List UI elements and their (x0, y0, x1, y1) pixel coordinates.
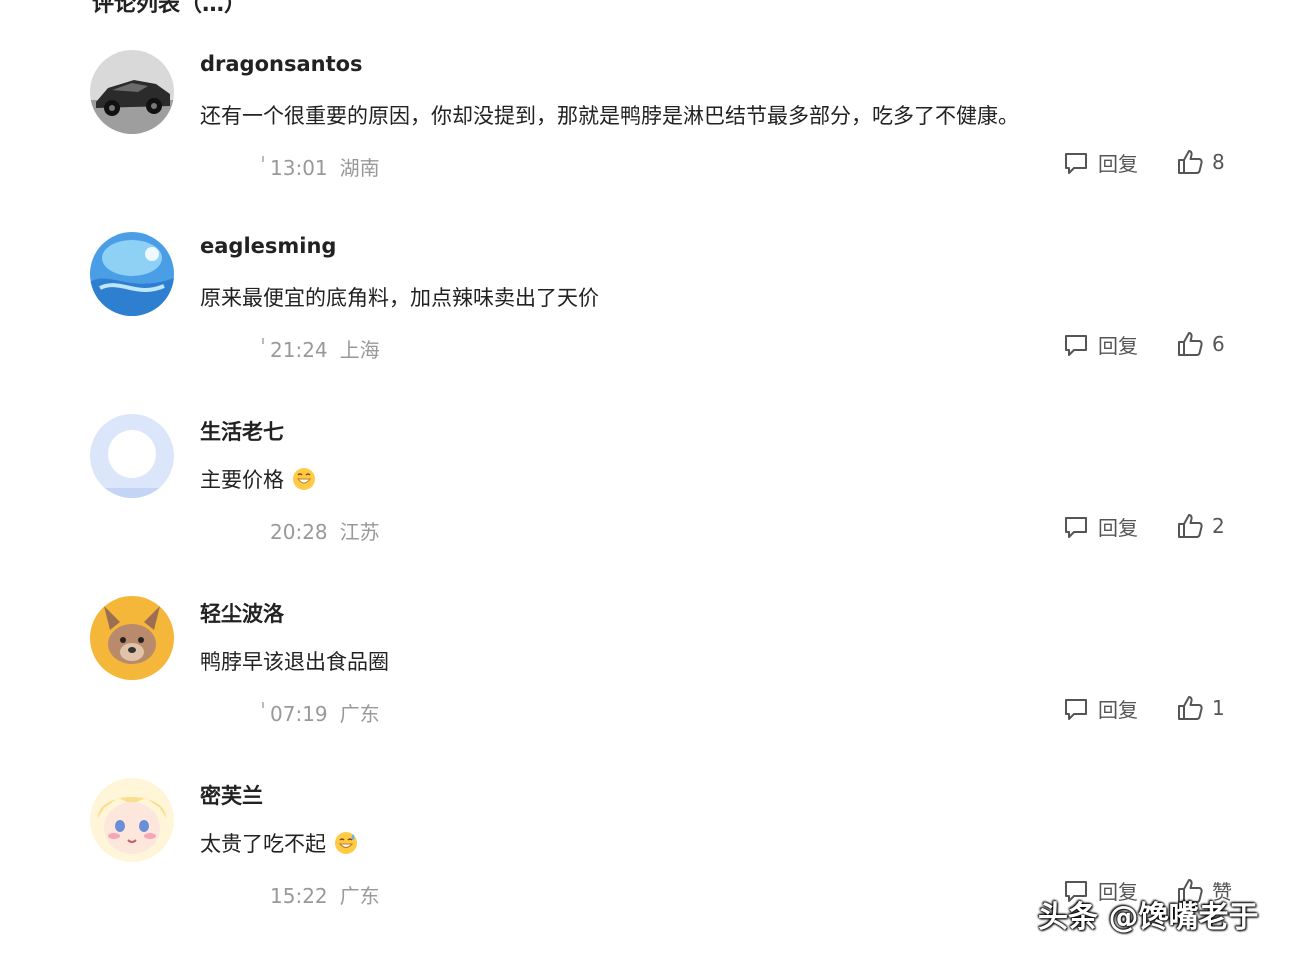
comment-body: 还有一个很重要的原因，你却没提到，那就是鸭脖是淋巴结节最多部分，吃多了不健康。 (200, 104, 1019, 128)
comment-text: 鸭脖早该退出食品圈 (200, 646, 389, 676)
comment-location: 湖南 (339, 156, 380, 180)
comment-meta: 15:22 广东 (262, 880, 380, 909)
user-avatar[interactable] (90, 596, 174, 680)
comment-item: 生活老七 主要价格 20:28 江苏 回复 2 (0, 414, 1307, 596)
section-title: 评论列表（…） (92, 0, 247, 17)
comment-time: 21:24 (270, 338, 328, 362)
reply-label: 回复 (1098, 334, 1138, 358)
like-button[interactable]: 8 (1176, 148, 1225, 176)
watermark: 头条 @馋嘴老于 (1038, 900, 1259, 935)
comment-time: 20:28 (270, 520, 328, 544)
comment-location: 上海 (339, 338, 380, 362)
comment-time: 13:01 (270, 156, 328, 180)
comment-meta: 13:01 湖南 (262, 152, 380, 181)
thumbs-up-icon (1178, 332, 1203, 356)
like-button[interactable]: 2 (1176, 512, 1225, 540)
comment-actions: 回复 8 (1062, 148, 1232, 182)
user-avatar[interactable] (90, 414, 174, 498)
username[interactable]: dragonsantos (200, 52, 363, 76)
sweat-smile-emoji-icon (335, 832, 357, 854)
reply-label: 回复 (1098, 152, 1138, 176)
username[interactable]: 密芙兰 (200, 780, 263, 810)
reply-icon (1065, 698, 1087, 720)
reply-button[interactable]: 回复 (1062, 694, 1138, 723)
like-button[interactable]: 6 (1176, 330, 1225, 358)
comment-time: 15:22 (270, 884, 328, 908)
cartoon-girl-avatar-icon (90, 778, 174, 862)
comment-actions: 回复 2 (1062, 512, 1232, 546)
comment-text: 太贵了吃不起 (200, 828, 358, 858)
comment-text: 原来最便宜的底角料，加点辣味卖出了天价 (200, 282, 599, 312)
car-avatar-icon (90, 50, 174, 134)
comment-item: dragonsantos 还有一个很重要的原因，你却没提到，那就是鸭脖是淋巴结节… (0, 50, 1307, 232)
comment-item: 轻尘波洛 鸭脖早该退出食品圈 07:19 广东 回复 1 (0, 596, 1307, 778)
user-avatar[interactable] (90, 232, 174, 316)
comment-body: 原来最便宜的底角料，加点辣味卖出了天价 (200, 286, 599, 310)
comment-actions: 回复 1 (1062, 694, 1232, 728)
meta-separator (262, 702, 264, 708)
like-count: 2 (1212, 514, 1225, 538)
comment-text: 主要价格 (200, 464, 316, 494)
reply-icon (1065, 334, 1087, 356)
comment-meta: 07:19 广东 (262, 698, 380, 727)
user-avatar[interactable] (90, 50, 174, 134)
grin-emoji-icon (293, 468, 315, 490)
default-user-avatar-icon (90, 414, 174, 498)
comment-actions: 回复 6 (1062, 330, 1232, 364)
comment-meta: 21:24 上海 (262, 334, 380, 363)
comment-location: 广东 (339, 702, 380, 726)
reply-label: 回复 (1098, 516, 1138, 540)
like-count: 1 (1212, 696, 1225, 720)
comment-body: 太贵了吃不起 (200, 832, 326, 856)
reply-icon (1065, 516, 1087, 538)
thumbs-up-icon (1178, 696, 1203, 720)
reply-icon (1065, 152, 1087, 174)
like-count: 6 (1212, 332, 1225, 356)
username[interactable]: 轻尘波洛 (200, 598, 284, 628)
blue-swirl-avatar-icon (90, 232, 174, 316)
like-button[interactable]: 1 (1176, 694, 1225, 722)
thumbs-up-icon (1178, 514, 1203, 538)
comment-meta: 20:28 江苏 (262, 516, 380, 545)
user-avatar[interactable] (90, 778, 174, 862)
reply-button[interactable]: 回复 (1062, 512, 1138, 541)
comment-location: 江苏 (339, 520, 380, 544)
comment-body: 鸭脖早该退出食品圈 (200, 650, 389, 674)
thumbs-up-icon (1178, 150, 1203, 174)
comment-item: eaglesming 原来最便宜的底角料，加点辣味卖出了天价 21:24 上海 回… (0, 232, 1307, 414)
comment-time: 07:19 (270, 702, 328, 726)
reply-button[interactable]: 回复 (1062, 330, 1138, 359)
reply-button[interactable]: 回复 (1062, 148, 1138, 177)
dog-avatar-icon (90, 596, 174, 680)
comment-location: 广东 (339, 884, 380, 908)
username[interactable]: 生活老七 (200, 416, 284, 446)
comment-text: 还有一个很重要的原因，你却没提到，那就是鸭脖是淋巴结节最多部分，吃多了不健康。 (200, 100, 1019, 130)
meta-separator (262, 338, 264, 344)
comment-body: 主要价格 (200, 468, 284, 492)
like-count: 8 (1212, 150, 1225, 174)
meta-separator (262, 156, 264, 162)
reply-label: 回复 (1098, 698, 1138, 722)
username[interactable]: eaglesming (200, 234, 336, 258)
